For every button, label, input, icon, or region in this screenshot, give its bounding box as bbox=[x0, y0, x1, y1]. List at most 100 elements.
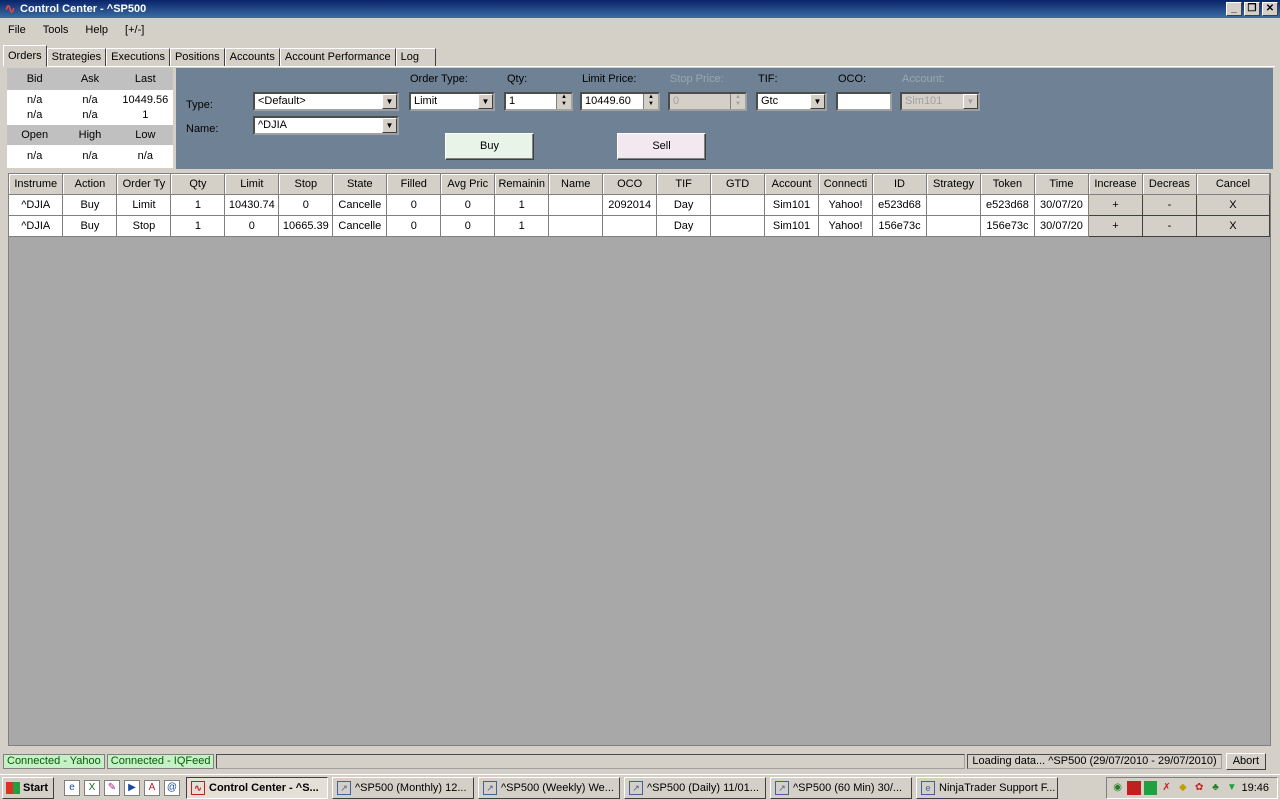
oco-input[interactable] bbox=[836, 92, 892, 111]
table-cell: 0 bbox=[386, 215, 442, 237]
column-header[interactable]: State bbox=[332, 174, 388, 195]
column-header[interactable]: ID bbox=[872, 174, 927, 195]
taskbar-chart-daily[interactable]: ↗ ^SP500 (Daily) 11/01... bbox=[624, 776, 766, 799]
type-label: Type: bbox=[186, 99, 213, 111]
tab-accounts[interactable]: Accounts bbox=[224, 48, 280, 67]
ie-icon[interactable]: e bbox=[64, 779, 80, 796]
last-value: 10449.56 bbox=[122, 93, 169, 106]
menu-toggle[interactable]: [+/-] bbox=[125, 24, 144, 36]
tab-log[interactable]: Log bbox=[395, 48, 436, 67]
table-cell: 2092014 bbox=[602, 194, 658, 216]
tab-account-performance[interactable]: Account Performance bbox=[279, 48, 396, 67]
cancel-button[interactable]: X bbox=[1195, 193, 1271, 216]
tray-icon[interactable]: ✿ bbox=[1193, 781, 1206, 795]
minimize-button[interactable]: _ bbox=[1226, 2, 1242, 16]
tif-select[interactable]: Gtc ▼ bbox=[756, 92, 827, 111]
spinner-icon[interactable]: ▲ ▼ bbox=[643, 94, 658, 109]
decrease-button[interactable]: - bbox=[1141, 214, 1197, 237]
column-header[interactable]: Token bbox=[980, 174, 1035, 195]
menu-help[interactable]: Help bbox=[85, 24, 108, 36]
name-select[interactable]: ^DJIA ▼ bbox=[253, 116, 399, 135]
taskbar-browser[interactable]: e NinjaTrader Support F... bbox=[916, 776, 1058, 799]
sell-button[interactable]: Sell bbox=[617, 133, 706, 160]
orders-grid: Instrume Action Order Ty Qty Limit Stop State F… bbox=[8, 173, 1271, 746]
column-header[interactable]: Order Ty bbox=[116, 174, 172, 195]
menu-tools[interactable]: Tools bbox=[43, 24, 69, 36]
low-header: Low bbox=[135, 129, 156, 141]
table-cell: e523d68 bbox=[872, 194, 927, 216]
restore-button[interactable]: ❐ bbox=[1244, 2, 1260, 16]
tray-icon[interactable] bbox=[1127, 781, 1141, 795]
table-cell: 1 bbox=[170, 215, 226, 237]
tray-icon[interactable]: ✗ bbox=[1160, 781, 1173, 795]
taskbar-control-center[interactable]: ∿ Control Center - ^S... bbox=[186, 776, 328, 799]
spinner-icon: ▲ ▼ bbox=[730, 94, 745, 109]
tab-strategies[interactable]: Strategies bbox=[46, 48, 107, 67]
tray-icon[interactable]: ◉ bbox=[1111, 781, 1124, 795]
account-select: Sim101 ▼ bbox=[900, 92, 980, 111]
column-header[interactable]: Name bbox=[548, 174, 604, 195]
table-row[interactable]: ^DJIA Buy Stop 1 0 10665.39 Cancelle 0 0 1 Day Sim1… bbox=[9, 214, 1271, 237]
column-header[interactable]: Strategy bbox=[926, 174, 981, 195]
increase-button[interactable]: + bbox=[1087, 193, 1143, 216]
tab-orders[interactable]: Orders bbox=[3, 45, 47, 67]
cancel-button[interactable]: X bbox=[1195, 214, 1271, 237]
tray-icon[interactable]: ♣ bbox=[1209, 781, 1222, 795]
network-icon[interactable]: @ bbox=[164, 779, 180, 796]
column-header[interactable]: OCO bbox=[602, 174, 658, 195]
close-button[interactable]: ✕ bbox=[1262, 2, 1278, 16]
limit-price-value: 10449.60 bbox=[585, 95, 631, 107]
column-header[interactable]: Instrume bbox=[9, 174, 64, 195]
decrease-button[interactable]: - bbox=[1141, 193, 1197, 216]
column-header[interactable]: Avg Pric bbox=[440, 174, 496, 195]
column-header[interactable]: Time bbox=[1034, 174, 1089, 195]
tray-icon[interactable] bbox=[1143, 781, 1157, 795]
column-header[interactable]: Account bbox=[764, 174, 820, 195]
chevron-down-icon[interactable]: ▼ bbox=[810, 94, 825, 109]
chevron-down-icon[interactable]: ▼ bbox=[382, 94, 397, 109]
column-header[interactable]: Qty bbox=[170, 174, 226, 195]
increase-button[interactable]: + bbox=[1087, 214, 1143, 237]
chevron-down-icon[interactable]: ▼ bbox=[478, 94, 493, 109]
name-label: Name: bbox=[186, 123, 219, 135]
excel-icon[interactable]: X bbox=[84, 779, 100, 796]
column-header[interactable]: Increase bbox=[1088, 174, 1143, 195]
order-type-select[interactable]: Limit ▼ bbox=[409, 92, 495, 111]
table-cell bbox=[710, 215, 766, 237]
buy-button[interactable]: Buy bbox=[445, 133, 534, 160]
column-header[interactable]: TIF bbox=[656, 174, 712, 195]
table-row[interactable]: ^DJIA Buy Limit 1 10430.74 0 Cancelle 0 0 1 209201… bbox=[9, 193, 1271, 216]
paint-icon[interactable]: ✎ bbox=[104, 779, 120, 796]
column-header[interactable]: GTD bbox=[710, 174, 766, 195]
table-cell: Sim101 bbox=[764, 215, 820, 237]
taskbar-chart-monthly[interactable]: ↗ ^SP500 (Monthly) 12... bbox=[332, 776, 474, 799]
limit-price-stepper[interactable]: 10449.60 ▲ ▼ bbox=[580, 92, 660, 111]
qty-stepper[interactable]: 1 ▲ ▼ bbox=[504, 92, 573, 111]
start-button[interactable]: Start bbox=[2, 776, 54, 799]
tab-executions[interactable]: Executions bbox=[106, 48, 170, 67]
chevron-down-icon[interactable]: ▼ bbox=[382, 118, 397, 133]
column-header[interactable]: Remainin bbox=[494, 174, 550, 195]
column-header[interactable]: Stop bbox=[278, 174, 334, 195]
column-header[interactable]: Decreas bbox=[1142, 174, 1197, 195]
order-type-label: Order Type: bbox=[410, 73, 468, 85]
ninjatrader-icon: ∿ bbox=[4, 1, 16, 16]
table-cell: ^DJIA bbox=[9, 215, 64, 237]
tray-icon[interactable]: ◆ bbox=[1176, 781, 1189, 795]
media-player-icon[interactable]: ▶ bbox=[124, 779, 140, 796]
bid-header: Bid bbox=[26, 73, 43, 85]
abort-button[interactable]: Abort bbox=[1225, 753, 1266, 770]
spinner-icon[interactable]: ▲ ▼ bbox=[556, 94, 571, 109]
column-header[interactable]: Filled bbox=[386, 174, 442, 195]
column-header[interactable]: Limit bbox=[224, 174, 280, 195]
column-header[interactable]: Cancel bbox=[1196, 174, 1271, 195]
tab-positions[interactable]: Positions bbox=[169, 48, 225, 67]
column-header[interactable]: Connecti bbox=[818, 174, 873, 195]
menu-file[interactable]: File bbox=[8, 24, 26, 36]
taskbar-chart-60min[interactable]: ↗ ^SP500 (60 Min) 30/... bbox=[770, 776, 912, 799]
column-header[interactable]: Action bbox=[62, 174, 118, 195]
taskbar-chart-weekly[interactable]: ↗ ^SP500 (Weekly) We... bbox=[478, 776, 620, 799]
acrobat-icon[interactable]: A bbox=[144, 779, 160, 796]
type-select[interactable]: <Default> ▼ bbox=[253, 92, 399, 111]
tray-icon[interactable]: ▼ bbox=[1225, 781, 1238, 795]
